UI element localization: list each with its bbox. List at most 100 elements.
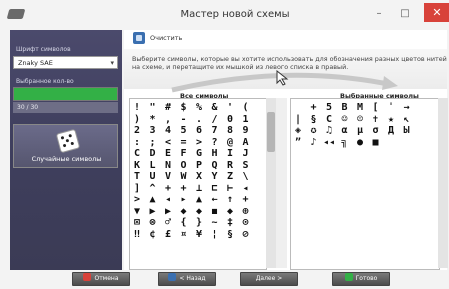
symbol-cell[interactable]: W <box>178 171 190 183</box>
symbol-cell[interactable]: 8 <box>224 125 236 137</box>
selected-symbol-cell[interactable]: | <box>292 114 304 126</box>
symbol-cell[interactable]: Q <box>209 160 221 172</box>
symbol-cell[interactable]: ) <box>131 114 143 126</box>
symbol-cell[interactable]: 3 <box>147 125 159 137</box>
symbol-cell[interactable]: L <box>147 160 159 172</box>
symbol-cell[interactable]: , <box>162 114 174 126</box>
symbol-cell[interactable]: X <box>193 171 205 183</box>
symbol-cell[interactable]: ◆ <box>193 206 205 218</box>
symbol-cell[interactable]: ⊠ <box>131 217 143 229</box>
symbol-cell[interactable]: E <box>162 148 174 160</box>
symbol-cell[interactable]: # <box>162 102 174 114</box>
selected-symbol-cell[interactable]: ♪ <box>308 137 320 149</box>
random-symbols-button[interactable]: Случайные символы <box>13 124 118 168</box>
symbol-cell[interactable]: P <box>193 160 205 172</box>
symbol-cell[interactable]: ▼ <box>131 206 143 218</box>
selected-symbol-cell[interactable] <box>292 102 304 114</box>
symbol-cell[interactable]: * <box>147 114 159 126</box>
selected-symbol-cell[interactable]: Ы <box>401 125 413 137</box>
maximize-button[interactable]: □ <box>394 6 416 22</box>
selected-symbol-cell[interactable]: 5 <box>323 102 335 114</box>
symbol-cell[interactable]: ~ <box>209 217 221 229</box>
symbol-cell[interactable]: R <box>224 160 236 172</box>
symbol-cell[interactable]: C <box>131 148 143 160</box>
selected-symbol-cell[interactable]: M <box>354 102 366 114</box>
symbol-cell[interactable]: ⊕ <box>240 206 252 218</box>
symbol-cell[interactable]: ¤ <box>178 229 190 241</box>
symbol-cell[interactable]: ▶ <box>162 206 174 218</box>
back-button[interactable]: < Назад <box>158 272 216 286</box>
symbol-cell[interactable]: $ <box>178 102 190 114</box>
minimize-button[interactable]: – <box>368 6 390 22</box>
symbol-cell[interactable]: ⊗ <box>147 217 159 229</box>
selected-symbols-scrollbar[interactable] <box>438 98 448 268</box>
selected-symbol-cell[interactable]: ■ <box>370 137 382 149</box>
symbol-cell[interactable]: % <box>193 102 205 114</box>
symbol-cell[interactable]: A <box>240 137 252 149</box>
symbol-cell[interactable]: + <box>178 183 190 195</box>
selected-symbol-cell[interactable]: ” <box>292 137 304 149</box>
symbol-cell[interactable]: U <box>147 171 159 183</box>
symbol-cell[interactable]: > <box>193 137 205 149</box>
symbol-cell[interactable]: ¦ <box>209 229 221 241</box>
selected-symbol-cell[interactable]: ✝ <box>370 114 382 126</box>
symbol-cell[interactable]: Y <box>209 171 221 183</box>
symbol-cell[interactable]: ◆ <box>178 206 190 218</box>
symbol-cell[interactable]: = <box>178 137 190 149</box>
symbol-cell[interactable]: & <box>209 102 221 114</box>
selected-symbol-cell[interactable]: ✪ <box>308 125 320 137</box>
symbol-cell[interactable]: ◂ <box>162 194 174 206</box>
symbol-cell[interactable]: " <box>147 102 159 114</box>
symbol-cell[interactable]: ⊙ <box>240 217 252 229</box>
symbol-cell[interactable]: ; <box>147 137 159 149</box>
selected-symbol-cell[interactable]: ♫ <box>323 125 335 137</box>
symbol-cell[interactable]: S <box>240 160 252 172</box>
symbol-cell[interactable]: < <box>162 137 174 149</box>
selected-symbol-cell[interactable]: ↖ <box>401 114 413 126</box>
symbol-cell[interactable]: ▸ <box>178 194 190 206</box>
symbol-cell[interactable]: ? <box>209 137 221 149</box>
symbol-cell[interactable]: + <box>240 194 252 206</box>
symbol-cell[interactable]: ⊥ <box>193 183 205 195</box>
all-symbols-scrollbar[interactable] <box>266 98 276 268</box>
selected-symbol-cell[interactable]: ☺ <box>339 114 351 126</box>
selected-symbol-cell[interactable]: C <box>323 114 335 126</box>
symbol-cell[interactable]: J <box>240 148 252 160</box>
symbol-cell[interactable]: ⊏ <box>209 183 221 195</box>
selected-symbol-cell[interactable]: σ <box>370 125 382 137</box>
symbol-cell[interactable]: £ <box>162 229 174 241</box>
scrollbar-thumb[interactable] <box>267 112 275 152</box>
symbol-cell[interactable]: I <box>224 148 236 160</box>
symbol-cell[interactable]: H <box>209 148 221 160</box>
selected-symbol-cell[interactable]: Д <box>385 125 397 137</box>
symbol-cell[interactable]: : <box>131 137 143 149</box>
selected-symbol-cell[interactable]: § <box>308 114 320 126</box>
symbol-cell[interactable]: 6 <box>193 125 205 137</box>
symbol-cell[interactable]: ] <box>131 183 143 195</box>
symbol-cell[interactable]: G <box>193 148 205 160</box>
selected-symbol-cell[interactable]: ☹ <box>354 114 366 126</box>
symbol-cell[interactable]: O <box>178 160 190 172</box>
symbol-cell[interactable]: } <box>193 217 205 229</box>
symbol-cell[interactable]: ← <box>209 194 221 206</box>
symbol-cell[interactable]: ◆ <box>224 206 236 218</box>
symbol-cell[interactable]: + <box>162 183 174 195</box>
symbol-cell[interactable]: / <box>209 114 221 126</box>
symbol-cell[interactable]: \ <box>240 171 252 183</box>
symbol-cell[interactable]: F <box>178 148 190 160</box>
selected-symbol-cell[interactable]: ◈ <box>292 125 304 137</box>
symbol-cell[interactable]: ‡ <box>224 217 236 229</box>
symbol-cell[interactable]: > <box>131 194 143 206</box>
selected-symbol-cell[interactable]: ★ <box>385 114 397 126</box>
symbol-cell[interactable]: @ <box>224 137 236 149</box>
selected-symbol-cell[interactable]: [ <box>370 102 382 114</box>
symbol-cell[interactable]: ▲ <box>193 194 205 206</box>
symbol-cell[interactable]: 0 <box>224 114 236 126</box>
selected-symbol-cell[interactable]: ˈ <box>385 102 397 114</box>
next-button[interactable]: Далее > <box>240 272 298 286</box>
selected-symbol-cell[interactable]: → <box>401 102 413 114</box>
symbol-cell[interactable]: - <box>178 114 190 126</box>
symbol-cell[interactable]: 5 <box>178 125 190 137</box>
symbol-cell[interactable]: ↑ <box>224 194 236 206</box>
symbol-cell[interactable]: . <box>193 114 205 126</box>
